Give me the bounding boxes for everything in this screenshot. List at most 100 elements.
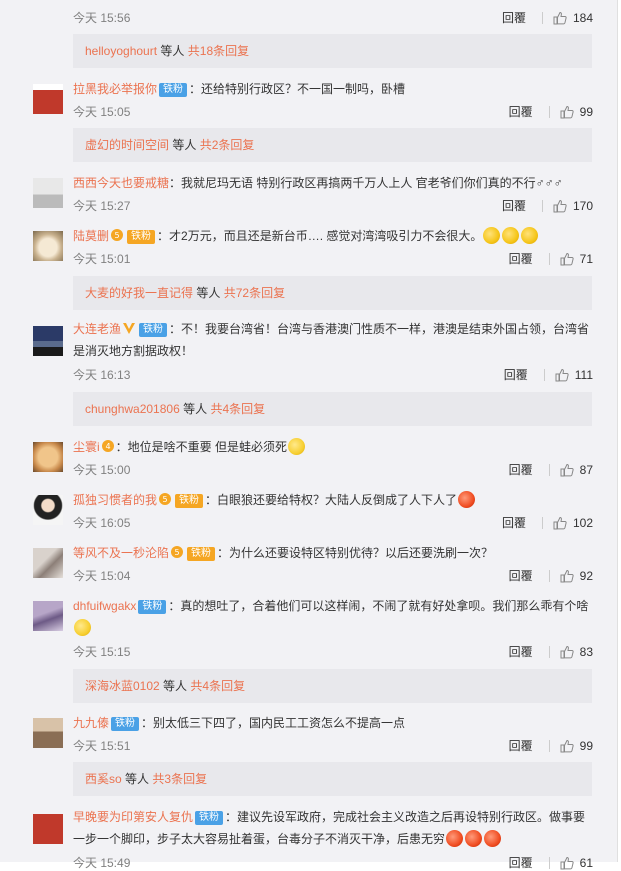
avatar[interactable] — [33, 442, 63, 472]
avatar[interactable] — [33, 718, 63, 748]
subreply-count-link[interactable]: 共2条回复 — [200, 138, 255, 152]
comment-text: 西西今天也要戒糖：我就尼玛无语 特别行政区再搞两千万人上人 官老爷们你们真的不行… — [73, 176, 563, 190]
subreply-summary[interactable]: helloyoghourt 等人 共18条回复 — [73, 34, 592, 68]
reply-button[interactable]: 回覆 — [502, 515, 526, 531]
username-link[interactable]: 陆莫删 — [73, 229, 109, 243]
avatar[interactable] — [33, 178, 63, 208]
comment-actions: 回覆 87 — [509, 462, 593, 478]
subreply-user[interactable]: chunghwa201806 — [85, 402, 180, 416]
comment-time: 今天 15:00 — [73, 463, 131, 477]
avatar[interactable] — [33, 548, 63, 578]
username-link[interactable]: 大连老渔 — [73, 322, 121, 336]
like-count: 61 — [579, 856, 593, 870]
thumbs-up-icon[interactable] — [560, 105, 574, 119]
avatar[interactable] — [33, 495, 63, 525]
divider — [548, 570, 550, 582]
divider — [548, 740, 550, 752]
comment-text: 九九傣 铁粉 ：别太低三下四了，国内民工工资怎么不提高一点 — [73, 716, 406, 731]
subreply-count-link[interactable]: 共4条回复 — [210, 402, 265, 416]
subreply-summary[interactable]: 西奚so 等人 共3条回复 — [73, 762, 592, 796]
reply-button[interactable]: 回覆 — [502, 10, 526, 26]
username-link[interactable]: 孤独习惯者的我 — [73, 493, 157, 507]
reply-button[interactable]: 回覆 — [509, 738, 533, 754]
like-count: 99 — [579, 105, 593, 119]
angry-emoji-icon — [446, 830, 464, 847]
username-link[interactable]: 等风不及一秒沦陷 — [73, 546, 169, 560]
subreply-user[interactable]: helloyoghourt — [85, 44, 157, 58]
comment-time: 今天 15:56 — [73, 11, 131, 25]
thumbs-up-icon[interactable] — [560, 856, 574, 870]
verified-v-icon — [123, 323, 136, 334]
avatar[interactable] — [33, 326, 63, 356]
username-link[interactable]: 拉黑我必举报你 — [73, 82, 157, 96]
subreply-summary[interactable]: 深海冰蓝0102 等人 共4条回复 — [73, 669, 592, 703]
comment-text: 孤独习惯者的我 5 铁粉 ：白眼狼还要给特权？大陆人反倒成了人下人了 — [73, 489, 595, 511]
reply-button[interactable]: 回覆 — [509, 644, 533, 660]
username-link[interactable]: 尘寰i — [73, 440, 100, 454]
comment-time: 今天 15:15 — [73, 645, 131, 659]
fan-level-icon: 4 — [101, 440, 114, 452]
username-link[interactable]: 西西今天也要戒糖 — [73, 176, 169, 190]
comment-time: 今天 15:01 — [73, 252, 131, 266]
avatar[interactable] — [33, 814, 63, 844]
thumbs-up-icon[interactable] — [560, 569, 574, 583]
comment-actions: 回覆 92 — [509, 568, 593, 584]
thumbs-up-icon[interactable] — [560, 463, 574, 477]
fan-badge: 铁粉 — [127, 230, 156, 244]
thumbs-up-icon[interactable] — [555, 368, 569, 382]
username-link[interactable]: dhfuifwgakx — [73, 599, 136, 613]
avatar[interactable] — [33, 84, 63, 114]
crying-emoji-icon — [483, 227, 501, 244]
subreply-summary[interactable]: 大麦的好我一直记得 等人 共72条回复 — [73, 276, 592, 310]
fan-badge: 铁粉 — [159, 83, 188, 97]
comment-text: 拉黑我必举报你 铁粉 ：还给特别行政区？不一国一制吗，卧槽 — [73, 82, 406, 97]
thumbs-up-icon[interactable] — [553, 11, 567, 25]
subreply-summary[interactable]: 虚幻的时间空间 等人 共2条回复 — [73, 128, 592, 162]
subreply-summary[interactable]: chunghwa201806 等人 共4条回复 — [73, 392, 592, 426]
fan-badge: 铁粉 — [187, 547, 216, 561]
subreply-user[interactable]: 西奚so — [85, 772, 122, 786]
subreply-count-link[interactable]: 共3条回复 — [152, 772, 207, 786]
subreply-count-link[interactable]: 共18条回复 — [188, 44, 249, 58]
comment-item: dhfuifwgakx 铁粉 ：真的想吐了，合着他们可以这样闹，不闹了就有好处拿呗。… — [0, 595, 617, 665]
avatar[interactable] — [33, 231, 63, 261]
reply-button[interactable]: 回覆 — [509, 568, 533, 584]
subreply-count-link[interactable]: 共4条回复 — [190, 679, 245, 693]
like-count: 99 — [579, 739, 593, 753]
comments-panel: 今天 15:56 回覆 184 helloyoghourt 等人 共18条回复 … — [0, 0, 618, 870]
comment-text: 早晚要为印第安人复仇 铁粉 ：建议先设军政府，完成社会主义改造之后再设特别行政区。做… — [73, 810, 586, 847]
comment-text: 尘寰i 4 ：地位是啥不重要 但是蛙必须死 — [73, 436, 595, 458]
comment-actions: 回覆 102 — [502, 515, 593, 531]
subreply-count-link[interactable]: 共72条回复 — [224, 286, 285, 300]
reply-button[interactable]: 回覆 — [509, 104, 533, 120]
reply-button[interactable]: 回覆 — [509, 855, 533, 871]
divider — [541, 517, 543, 529]
thumbs-up-icon[interactable] — [560, 645, 574, 659]
like-count: 87 — [579, 463, 593, 477]
thumbs-up-icon[interactable] — [560, 252, 574, 266]
username-link[interactable]: 早晚要为印第安人复仇 — [73, 810, 193, 824]
divider — [541, 12, 543, 24]
comment-time: 今天 15:27 — [73, 199, 131, 213]
comment-time: 今天 16:13 — [73, 368, 131, 382]
comment-text: 大连老渔 铁粉 ：不！我要台湾省！台湾与香港澳门性质不一样，港澳是结束外国占领，台湾… — [73, 322, 590, 358]
subreply-user[interactable]: 深海冰蓝0102 — [85, 679, 160, 693]
subreply-user[interactable]: 大麦的好我一直记得 — [85, 286, 193, 300]
reply-button[interactable]: 回覆 — [509, 251, 533, 267]
reply-button[interactable]: 回覆 — [509, 462, 533, 478]
like-count: 102 — [572, 516, 593, 530]
username-link[interactable]: 九九傣 — [73, 716, 109, 730]
like-count: 71 — [579, 252, 593, 266]
avatar[interactable] — [33, 601, 63, 631]
thumbs-up-icon[interactable] — [560, 739, 574, 753]
reply-button[interactable]: 回覆 — [502, 198, 526, 214]
subreply-user[interactable]: 虚幻的时间空间 — [85, 138, 169, 152]
comment-actions: 回覆 184 — [502, 10, 593, 26]
angry-emoji-icon — [458, 491, 476, 508]
comment-item: 孤独习惯者的我 5 铁粉 ：白眼狼还要给特权？大陆人反倒成了人下人了 今天 16:05… — [0, 489, 617, 539]
thumbs-up-icon[interactable] — [553, 516, 567, 530]
thumbs-up-icon[interactable] — [553, 199, 567, 213]
fan-level-icon: 5 — [159, 493, 172, 505]
reply-button[interactable]: 回覆 — [504, 367, 528, 383]
crying-emoji-icon — [502, 227, 520, 244]
